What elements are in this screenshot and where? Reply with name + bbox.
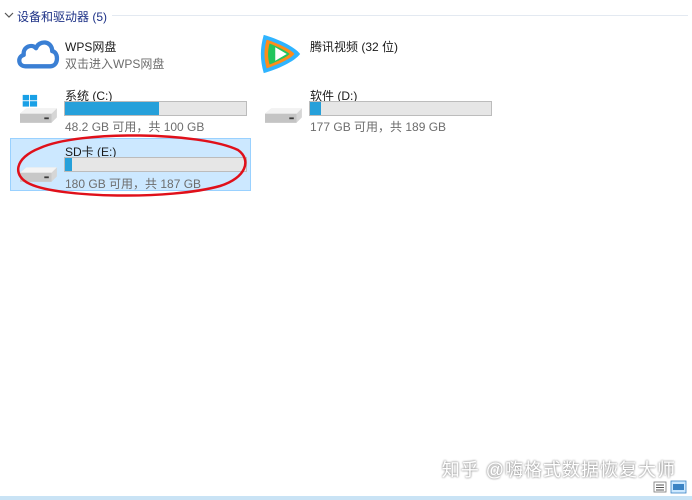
drive-c-item[interactable]: 系统 (C:) 48.2 GB 可用，共 100 GB — [10, 84, 250, 134]
usage-bar — [64, 101, 247, 116]
drive-d-item[interactable]: 软件 (D:) 177 GB 可用，共 189 GB — [255, 84, 495, 134]
usage-bar-fill — [310, 102, 322, 115]
usage-bar — [64, 157, 247, 172]
item-subtitle: 双击进入WPS网盘 — [65, 57, 165, 71]
tiles-view-icon[interactable] — [670, 480, 687, 494]
usage-bar-fill — [65, 158, 72, 171]
view-toggle-icons[interactable] — [652, 480, 688, 494]
group-title: 设备和驱动器 (5) — [17, 10, 108, 24]
usage-bar-fill — [65, 102, 159, 115]
item-subtitle: 177 GB 可用，共 189 GB — [310, 120, 447, 134]
tencent-video-item[interactable]: 腾讯视频 (32 位) — [255, 30, 495, 78]
tencent-video-icon — [260, 34, 301, 74]
item-subtitle: 48.2 GB 可用，共 100 GB — [65, 120, 205, 134]
removable-drive-icon — [20, 167, 57, 182]
usage-bar — [309, 101, 492, 116]
cloud-icon — [17, 40, 60, 69]
system-drive-icon — [20, 94, 57, 123]
item-name: WPS网盘 — [65, 40, 117, 54]
drive-e-item[interactable]: SD卡 (E:) 180 GB 可用，共 187 GB — [10, 138, 251, 191]
divider — [112, 15, 688, 16]
item-name: 腾讯视频 (32 位) — [310, 40, 399, 54]
details-view-icon[interactable] — [653, 481, 667, 493]
watermark: 知乎 @嗨格式数据恢复大师 — [441, 460, 676, 480]
item-subtitle: 180 GB 可用，共 187 GB — [65, 177, 202, 191]
drive-icon — [265, 108, 302, 123]
wps-drive-item[interactable]: WPS网盘 双击进入WPS网盘 — [10, 30, 250, 78]
chevron-down-icon[interactable] — [4, 10, 14, 20]
group-header[interactable]: 设备和驱动器 (5) — [0, 0, 692, 30]
status-bar-edge — [0, 496, 692, 500]
